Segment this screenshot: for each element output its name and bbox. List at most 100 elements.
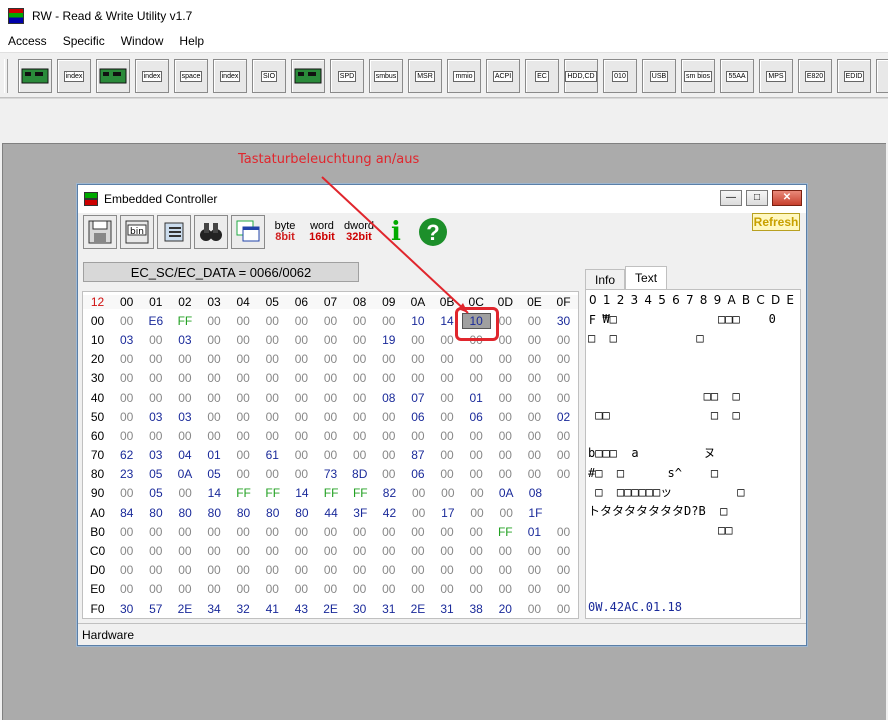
- grid-cell[interactable]: 00: [229, 333, 258, 347]
- grid-cell[interactable]: 00: [170, 544, 199, 558]
- grid-cell[interactable]: 00: [345, 448, 374, 462]
- grid-cell[interactable]: 00: [549, 525, 578, 539]
- pci-card-icon[interactable]: [18, 59, 52, 93]
- grid-cell[interactable]: 2E: [170, 602, 199, 616]
- command-icon[interactable]: >: [876, 59, 888, 93]
- grid-cell[interactable]: 00: [433, 486, 462, 500]
- grid-cell[interactable]: 08: [374, 391, 403, 405]
- grid-cell[interactable]: 00: [374, 563, 403, 577]
- grid-cell[interactable]: 00: [287, 563, 316, 577]
- grid-cell[interactable]: 00: [374, 314, 403, 328]
- grid-cell[interactable]: 00: [403, 544, 432, 558]
- grid-cell[interactable]: 00: [520, 333, 549, 347]
- grid-cell[interactable]: 00: [316, 371, 345, 385]
- maximize-button[interactable]: □: [746, 190, 768, 206]
- grid-cell[interactable]: 80: [171, 506, 200, 520]
- grid-cell[interactable]: 00: [229, 582, 258, 596]
- grid-cell[interactable]: 00: [258, 563, 287, 577]
- grid-cell[interactable]: 00: [462, 448, 491, 462]
- grid-cell[interactable]: 00: [345, 314, 374, 328]
- grid-cell[interactable]: 00: [316, 563, 345, 577]
- grid-cell[interactable]: 00: [287, 391, 316, 405]
- grid-cell[interactable]: 00: [141, 371, 170, 385]
- grid-cell[interactable]: 00: [141, 525, 170, 539]
- grid-cell[interactable]: 00: [462, 486, 491, 500]
- grid-cell[interactable]: 00: [374, 371, 403, 385]
- memory-icon[interactable]: [96, 59, 130, 93]
- grid-cell[interactable]: 00: [112, 352, 141, 366]
- grid-cell[interactable]: 00: [112, 582, 141, 596]
- grid-cell[interactable]: 00: [287, 525, 316, 539]
- grid-cell[interactable]: 00: [112, 563, 141, 577]
- grid-cell[interactable]: 00: [520, 467, 549, 481]
- grid-cell[interactable]: 00: [549, 563, 578, 577]
- grid-cell[interactable]: 00: [141, 352, 170, 366]
- grid-cell[interactable]: 00: [229, 525, 258, 539]
- grid-cell[interactable]: 00: [112, 544, 141, 558]
- grid-cell[interactable]: 00: [491, 563, 520, 577]
- grid-cell[interactable]: 00: [200, 544, 229, 558]
- hdd-cd-icon[interactable]: HDD,CD: [564, 59, 598, 93]
- word-mode-button[interactable]: word 16bit: [305, 215, 339, 249]
- grid-cell[interactable]: 00: [374, 525, 403, 539]
- grid-cell[interactable]: 00: [374, 448, 403, 462]
- grid-cell[interactable]: 34: [200, 602, 229, 616]
- grid-cell[interactable]: 00: [258, 429, 287, 443]
- close-button[interactable]: ✕: [772, 190, 802, 206]
- grid-cell[interactable]: FF: [491, 525, 520, 539]
- grid-cell[interactable]: 43: [287, 602, 316, 616]
- grid-cell[interactable]: FF: [346, 486, 375, 500]
- grid-cell[interactable]: 00: [462, 467, 491, 481]
- grid-cell[interactable]: 00: [141, 429, 170, 443]
- spd-icon[interactable]: SPD: [330, 59, 364, 93]
- compare-window-icon[interactable]: [231, 215, 265, 249]
- minimize-button[interactable]: —: [720, 190, 742, 206]
- grid-cell[interactable]: 00: [549, 371, 578, 385]
- grid-cell[interactable]: 00: [287, 448, 316, 462]
- grid-cell[interactable]: 00: [549, 391, 578, 405]
- grid-cell[interactable]: 00: [229, 429, 258, 443]
- usb-icon[interactable]: USB: [642, 59, 676, 93]
- io-space-icon[interactable]: space: [174, 59, 208, 93]
- mps-icon[interactable]: MPS: [759, 59, 793, 93]
- grid-cell[interactable]: 0A: [492, 486, 521, 500]
- menu-help[interactable]: Help: [171, 34, 212, 48]
- grid-cell[interactable]: 00: [462, 563, 491, 577]
- grid-cell[interactable]: 00: [287, 314, 316, 328]
- grid-cell[interactable]: 00: [549, 602, 578, 616]
- grid-cell[interactable]: 00: [200, 429, 229, 443]
- grid-cell[interactable]: 44: [317, 506, 346, 520]
- grid-cell[interactable]: 04: [170, 448, 199, 462]
- grid-cell[interactable]: 00: [491, 391, 520, 405]
- grid-cell[interactable]: 00: [462, 582, 491, 596]
- grid-cell[interactable]: 00: [316, 525, 345, 539]
- grid-cell[interactable]: 00: [491, 582, 520, 596]
- smbios-icon[interactable]: sm bios: [681, 59, 715, 93]
- grid-cell[interactable]: 00: [112, 314, 141, 328]
- grid-cell[interactable]: 00: [462, 506, 491, 520]
- grid-cell[interactable]: 00: [520, 371, 549, 385]
- grid-cell[interactable]: 00: [316, 582, 345, 596]
- grid-cell[interactable]: 00: [170, 525, 199, 539]
- grid-cell[interactable]: 00: [520, 429, 549, 443]
- grid-cell[interactable]: 00: [258, 525, 287, 539]
- grid-cell[interactable]: 00: [520, 391, 549, 405]
- grid-cell[interactable]: 00: [258, 352, 287, 366]
- edid-icon[interactable]: EDID: [837, 59, 871, 93]
- grid-cell[interactable]: 30: [112, 602, 141, 616]
- grid-cell[interactable]: 00: [403, 563, 432, 577]
- grid-cell[interactable]: 00: [491, 371, 520, 385]
- grid-cell[interactable]: 14: [287, 486, 316, 500]
- grid-cell[interactable]: 00: [287, 544, 316, 558]
- mmio-icon[interactable]: mmio: [447, 59, 481, 93]
- grid-cell[interactable]: 31: [433, 602, 462, 616]
- grid-cell[interactable]: 00: [345, 352, 374, 366]
- grid-cell[interactable]: 82: [375, 486, 404, 500]
- grid-cell[interactable]: 00: [462, 429, 491, 443]
- grid-cell[interactable]: 20: [491, 602, 520, 616]
- grid-cell[interactable]: 73: [316, 467, 345, 481]
- grid-cell[interactable]: 00: [549, 352, 578, 366]
- grid-cell[interactable]: 00: [374, 467, 403, 481]
- grid-cell[interactable]: 00: [520, 563, 549, 577]
- grid-cell[interactable]: 00: [141, 582, 170, 596]
